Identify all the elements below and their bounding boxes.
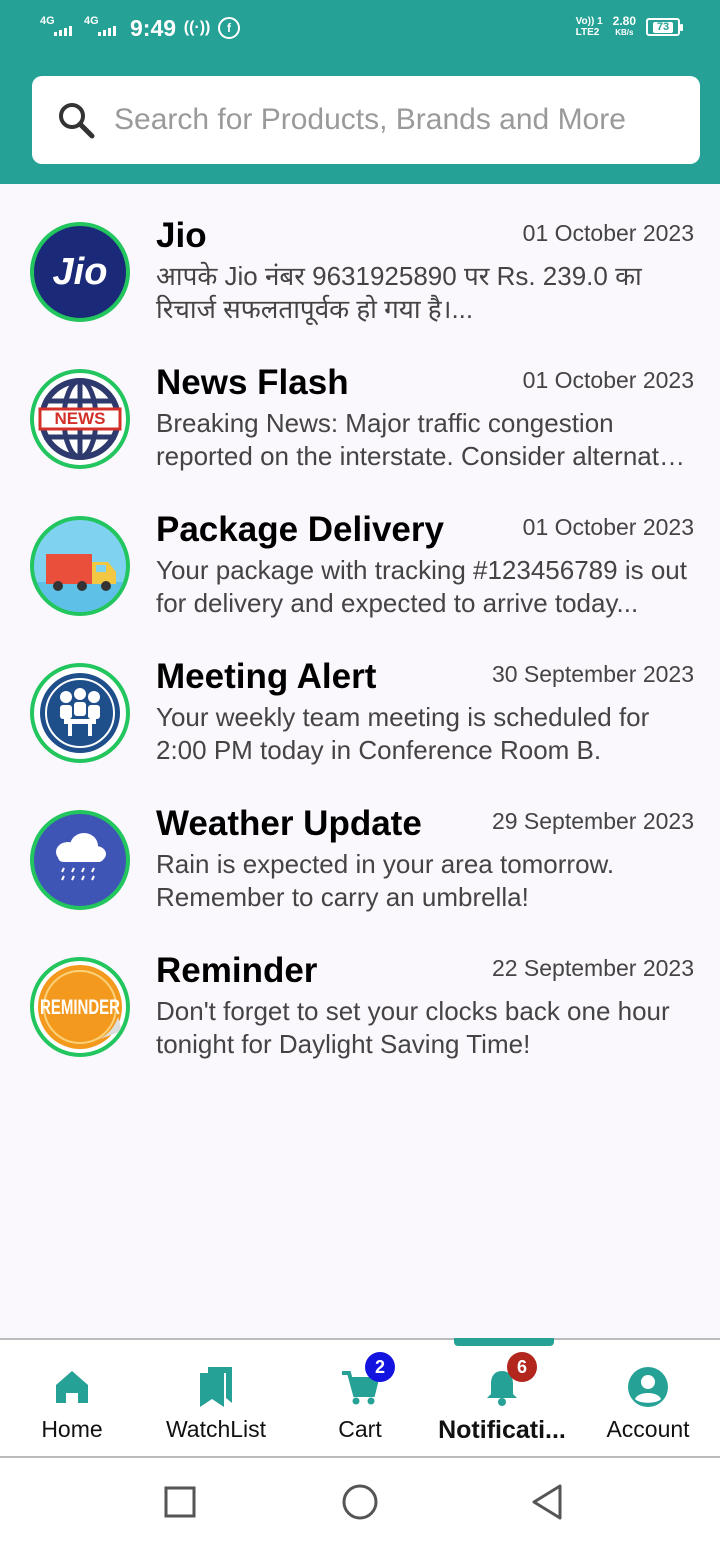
account-icon [625,1364,671,1410]
notification-item[interactable]: REMINDER Reminder 22 September 2023 Don'… [0,933,720,1073]
nav-home-label: Home [41,1416,103,1442]
nav-account[interactable]: Account [576,1340,720,1456]
notification-message: Breaking News: Major traffic congestion … [156,408,674,471]
search-input[interactable] [114,76,684,164]
notification-item[interactable]: Package Delivery 01 October 2023 Your pa… [0,492,720,632]
meeting-people-icon [30,663,130,763]
notification-item[interactable]: NEWS News Flash 01 October 2023 Breaking… [0,345,720,485]
jio-logo: Jio [30,222,130,322]
notification-message: आपके Jio नंबर 9631925890 पर Rs. 239.0 का… [156,261,642,324]
nav-watchlist-label: WatchList [165,1416,267,1442]
rain-cloud-icon [30,810,130,910]
search-bar[interactable] [32,76,700,164]
notification-date: 22 September 2023 [491,955,694,981]
notification-date: 01 October 2023 [522,220,694,246]
delivery-truck-icon [30,516,130,616]
notification-title: Reminder [156,951,318,990]
home-circle-icon[interactable] [340,1482,380,1522]
network-speed: 2.80 KB/s [612,14,636,37]
notification-date: 01 October 2023 [522,514,694,540]
reminder-sticker-icon: REMINDER [30,957,130,1057]
nav-notifications[interactable]: 6 Notificati... [428,1340,576,1456]
notification-date: 30 September 2023 [491,661,694,687]
battery-level: 73 [652,21,674,33]
bottom-navigation: Home WatchList 2 Cart 6 Notificati... Ac… [0,1338,720,1458]
news-globe-icon: NEWS [30,369,130,469]
notification-title: News Flash [156,363,349,402]
nav-notifications-label: Notificati... [438,1416,566,1444]
nav-home[interactable]: Home [0,1340,144,1456]
volte-indicator: Vo)) 1 LTE2 [575,16,603,38]
hotspot-icon: ((·)) [183,19,211,36]
recents-icon[interactable] [160,1482,200,1522]
nav-account-label: Account [606,1416,690,1442]
bell-icon: 6 [479,1352,537,1410]
signal-1-icon: 4G [40,14,74,42]
search-icon [59,103,95,139]
notification-item[interactable]: Weather Update 29 September 2023 Rain is… [0,786,720,926]
notification-title: Jio [156,216,207,255]
battery-icon: 73 [646,18,683,36]
notification-message: Your package with tracking #123456789 is… [156,555,687,618]
notification-title: Meeting Alert [156,657,377,696]
cart-badge: 2 [365,1352,395,1382]
notification-item[interactable]: Jio Jio 01 October 2023 आपके Jio नंबर 96… [0,198,720,338]
notification-message: Your weekly team meeting is scheduled fo… [156,702,650,765]
notifications-badge: 6 [507,1352,537,1382]
system-navigation-bar [0,1458,720,1544]
nav-watchlist[interactable]: WatchList [144,1340,288,1456]
nav-cart[interactable]: 2 Cart [288,1340,432,1456]
bookmarks-icon [193,1364,239,1410]
back-icon[interactable] [528,1482,568,1522]
signal-2-icon: 4G [84,14,118,42]
home-icon [49,1364,95,1410]
nav-cart-label: Cart [338,1416,382,1442]
notification-date: 29 September 2023 [491,808,694,834]
status-bar: 4G 4G 9:49 ((·)) f Vo)) 1 LTE2 2.80 KB/s… [0,0,720,58]
notification-title: Weather Update [156,804,422,843]
app-header: 4G 4G 9:49 ((·)) f Vo)) 1 LTE2 2.80 KB/s… [0,0,720,184]
notification-message: Don't forget to set your clocks back one… [156,996,670,1059]
notification-title: Package Delivery [156,510,444,549]
facebook-icon: f [218,17,241,39]
network-type-1: 4G [40,15,55,27]
network-type-2: 4G [84,15,99,27]
notification-date: 01 October 2023 [522,367,694,393]
clock: 9:49 [130,14,177,41]
cart-icon: 2 [337,1352,395,1410]
notification-item[interactable]: Meeting Alert 30 September 2023 Your wee… [0,639,720,779]
notification-message: Rain is expected in your area tomorrow. … [156,849,615,912]
